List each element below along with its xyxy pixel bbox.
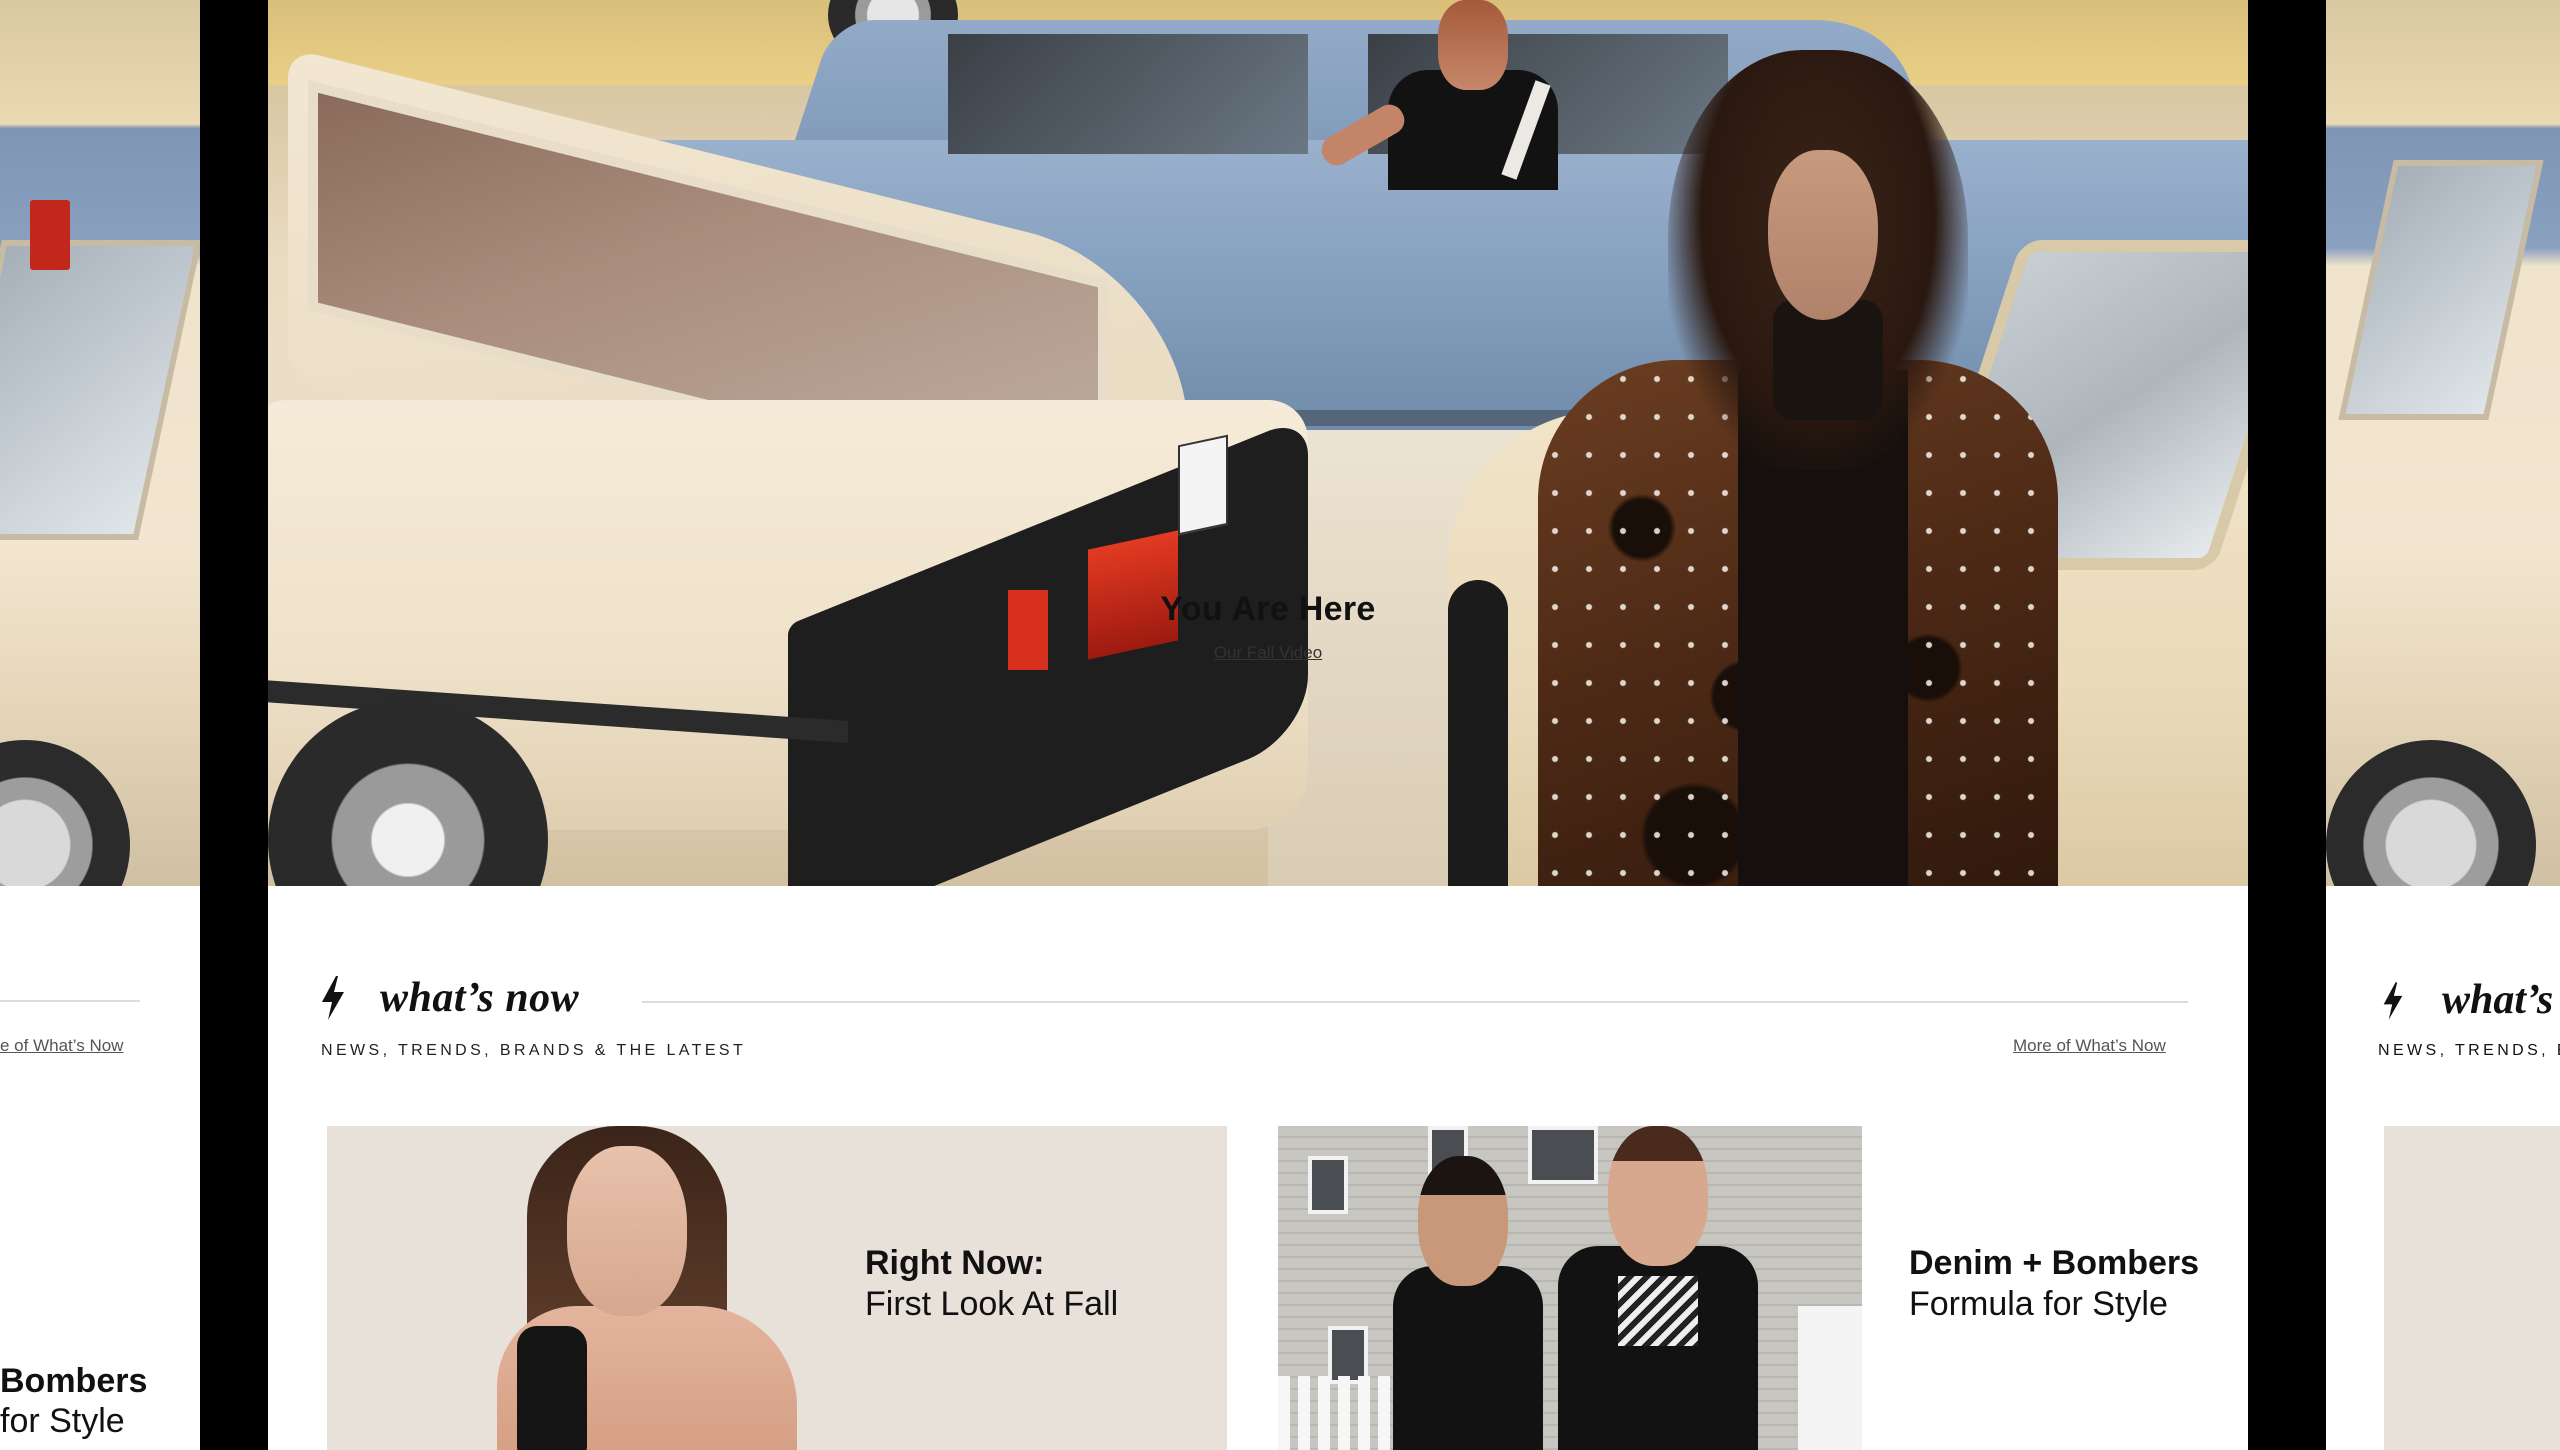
right-wheel <box>2326 740 2536 886</box>
left-section-rule <box>0 1000 140 1002</box>
lightning-bolt-icon <box>322 976 344 1020</box>
blue-car-window-front <box>948 34 1308 154</box>
card-right-now[interactable]: Right Now: First Look At Fall <box>327 1126 1227 1450</box>
right-hero-image <box>2326 0 2560 886</box>
card-denim-bombers-image[interactable] <box>1278 1126 1862 1450</box>
left-carousel-panel[interactable]: e of What’s Now Bombers for Style <box>0 0 200 1450</box>
model-woman <box>1468 30 2108 886</box>
more-whats-now-link[interactable]: More of What’s Now <box>2013 1036 2166 1056</box>
section-subtitle: NEWS, TRENDS, BRANDS & THE LATEST <box>321 1042 747 1059</box>
right-section-subtitle: NEWS, TRENDS, E <box>2378 1042 2560 1059</box>
card2-caption[interactable]: Denim + Bombers Formula for Style <box>1909 1244 2199 1324</box>
section-rule <box>642 1001 2188 1003</box>
card2-subtitle: Formula for Style <box>1909 1285 2168 1323</box>
left-wheel <box>0 740 130 886</box>
fall-video-link[interactable]: Our Fall Video <box>1214 643 1322 663</box>
card2-gate <box>1798 1306 1862 1450</box>
model-face <box>1768 150 1878 320</box>
right-car-window <box>2338 160 2544 420</box>
hero-banner[interactable]: You Are Here Our Fall Video <box>268 0 2248 886</box>
section-header: what’s now <box>320 968 579 1028</box>
card2-bomber-jacket <box>1393 1266 1543 1450</box>
card2-model-head <box>1418 1156 1508 1286</box>
card2-window <box>1308 1156 1348 1214</box>
left-card-title: Bombers <box>0 1362 148 1400</box>
left-car-window <box>0 240 200 540</box>
left-more-link[interactable]: e of What’s Now <box>0 1036 123 1056</box>
white-car-plate <box>1178 434 1228 536</box>
card1-caption: Right Now: First Look At Fall <box>865 1244 1118 1324</box>
card2-model-head <box>1608 1126 1708 1266</box>
right-section-title: what’s <box>2442 977 2554 1023</box>
hero-title: You Are Here <box>1160 590 1376 628</box>
left-tail-light <box>30 200 70 270</box>
card1-subtitle: First Look At Fall <box>865 1285 1119 1323</box>
card2-model-left <box>1393 1156 1543 1450</box>
white-car <box>268 47 1368 886</box>
right-card-image[interactable] <box>2384 1126 2560 1450</box>
left-hero-image <box>0 0 200 886</box>
card2-model-right <box>1558 1126 1758 1450</box>
right-carousel-panel[interactable]: what’s NEWS, TRENDS, E <box>2326 0 2560 1450</box>
whats-now-section: what’s now NEWS, TRENDS, BRANDS & THE LA… <box>268 886 2248 1450</box>
lightning-bolt-icon <box>2383 982 2403 1020</box>
section-title: what’s now <box>380 975 580 1021</box>
card2-title: Denim + Bombers <box>1909 1244 2200 1282</box>
card1-title: Right Now: <box>865 1244 1045 1282</box>
card2-striped-top <box>1618 1276 1698 1346</box>
card1-model-top <box>517 1326 587 1450</box>
left-card-subtitle: for Style <box>0 1402 125 1440</box>
card1-model-face <box>567 1146 687 1316</box>
hero-caption: You Are Here Our Fall Video <box>998 590 1538 663</box>
main-page: You Are Here Our Fall Video what’s now N… <box>268 0 2248 1450</box>
